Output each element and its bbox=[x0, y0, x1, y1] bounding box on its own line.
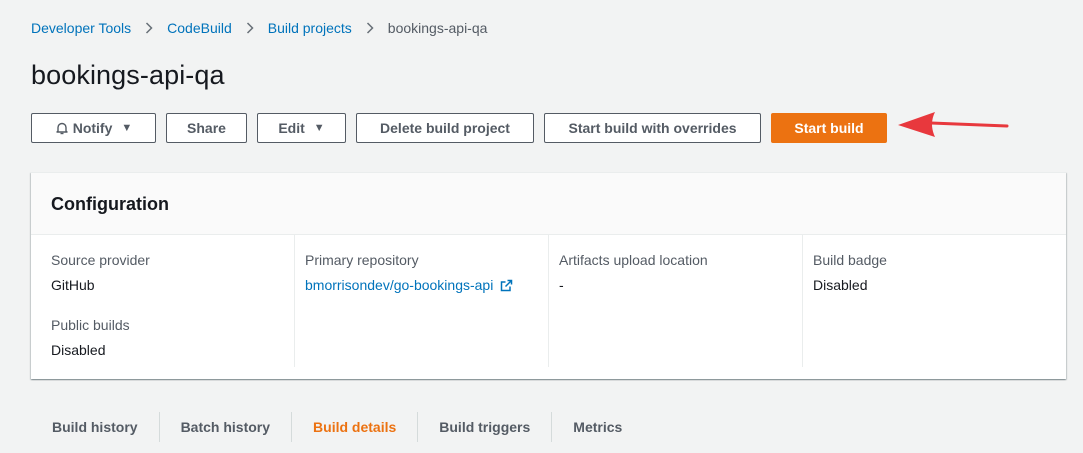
build-badge-label: Build badge bbox=[813, 252, 887, 268]
tab-build-history[interactable]: Build history bbox=[31, 412, 159, 442]
build-badge-value: Disabled bbox=[813, 277, 868, 293]
external-link-icon[interactable] bbox=[500, 279, 513, 292]
configuration-title: Configuration bbox=[51, 194, 169, 214]
source-provider-label: Source provider bbox=[51, 252, 150, 268]
edit-button[interactable]: Edit ▼ bbox=[257, 113, 346, 143]
breadcrumb-codebuild[interactable]: CodeBuild bbox=[167, 20, 232, 36]
tab-build-triggers[interactable]: Build triggers bbox=[418, 412, 551, 442]
primary-repository-link[interactable]: bmorrisondev/go-bookings-api bbox=[305, 277, 493, 293]
notify-button[interactable]: Notify ▼ bbox=[31, 113, 156, 143]
edit-label: Edit bbox=[278, 120, 305, 136]
public-builds-label: Public builds bbox=[51, 317, 130, 333]
config-column-source: Source provider GitHub Public builds Dis… bbox=[51, 235, 294, 367]
public-builds-value: Disabled bbox=[51, 342, 106, 358]
chevron-right-icon bbox=[246, 22, 254, 34]
share-button[interactable]: Share bbox=[166, 113, 247, 143]
config-column-repository: Primary repository bmorrisondev/go-booki… bbox=[294, 235, 548, 367]
primary-repository-label: Primary repository bbox=[305, 252, 419, 268]
source-provider-value: GitHub bbox=[51, 277, 95, 293]
tab-batch-history[interactable]: Batch history bbox=[160, 412, 291, 442]
bell-icon bbox=[55, 121, 69, 135]
breadcrumb-build-projects[interactable]: Build projects bbox=[268, 20, 352, 36]
start-build-button[interactable]: Start build bbox=[771, 113, 887, 143]
caret-down-icon: ▼ bbox=[121, 122, 133, 134]
chevron-right-icon bbox=[145, 22, 153, 34]
start-build-with-overrides-button[interactable]: Start build with overrides bbox=[544, 113, 761, 143]
delete-build-project-button[interactable]: Delete build project bbox=[356, 113, 534, 143]
red-arrow-annotation bbox=[898, 112, 1009, 137]
chevron-right-icon bbox=[366, 22, 374, 34]
tab-metrics[interactable]: Metrics bbox=[552, 412, 643, 442]
breadcrumb: Developer Tools CodeBuild Build projects… bbox=[31, 18, 487, 38]
page-title: bookings-api-qa bbox=[31, 60, 225, 90]
tab-bar: Build history Batch history Build detail… bbox=[31, 412, 643, 442]
caret-down-icon: ▼ bbox=[313, 122, 325, 134]
artifacts-upload-location-label: Artifacts upload location bbox=[559, 252, 708, 268]
config-column-badge: Build badge Disabled bbox=[802, 235, 1052, 367]
artifacts-upload-location-value: - bbox=[559, 277, 564, 293]
configuration-body: Source provider GitHub Public builds Dis… bbox=[31, 235, 1066, 379]
configuration-header: Configuration bbox=[31, 173, 1066, 235]
configuration-panel: Configuration Source provider GitHub Pub… bbox=[31, 172, 1066, 379]
breadcrumb-developer-tools[interactable]: Developer Tools bbox=[31, 20, 131, 36]
config-column-artifacts: Artifacts upload location - bbox=[548, 235, 802, 367]
notify-label: Notify bbox=[72, 120, 113, 136]
tab-build-details[interactable]: Build details bbox=[292, 412, 417, 442]
breadcrumb-current: bookings-api-qa bbox=[387, 20, 488, 36]
primary-repository-value: bmorrisondev/go-bookings-api bbox=[305, 276, 548, 294]
